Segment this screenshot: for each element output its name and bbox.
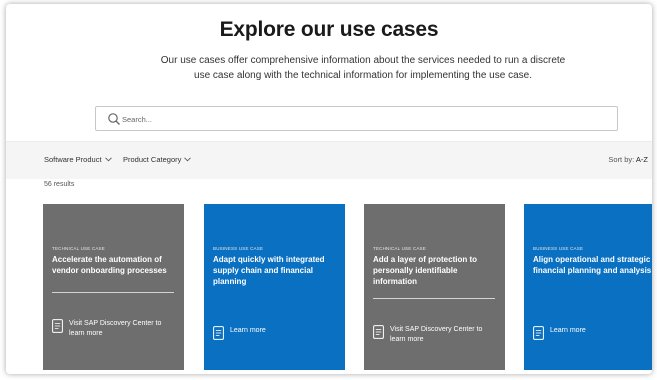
document-icon: [373, 325, 384, 339]
card-title[interactable]: Adapt quickly with integrated supply cha…: [213, 254, 339, 287]
document-icon: [533, 326, 544, 340]
use-case-card[interactable]: TECHNICAL USE CASE Add a layer of protec…: [364, 204, 505, 370]
card-cta-label: Learn more: [550, 327, 586, 334]
card-cta[interactable]: Visit SAP Discovery Center to learn more: [373, 325, 498, 345]
sort-value: A-Z: [635, 155, 648, 164]
card-category: TECHNICAL USE CASE: [52, 246, 105, 251]
sort-label: Sort by:: [608, 155, 635, 164]
card-divider: [52, 292, 174, 293]
use-case-card[interactable]: BUSINESS USE CASE Adapt quickly with int…: [204, 204, 345, 370]
results-count: 56 results: [44, 181, 75, 188]
product-category-label: Product Category: [123, 155, 182, 164]
card-title[interactable]: Accelerate the automation of vendor onbo…: [52, 254, 178, 276]
product-category-filter[interactable]: Product Category: [123, 155, 192, 164]
use-case-card[interactable]: BUSINESS USE CASE Align operational and …: [524, 204, 652, 370]
card-cta-label: Learn more: [230, 327, 266, 334]
search-input[interactable]: [122, 110, 602, 128]
card-category: BUSINESS USE CASE: [213, 246, 264, 251]
card-title[interactable]: Add a layer of protection to personally …: [373, 254, 499, 287]
card-category: TECHNICAL USE CASE: [373, 246, 426, 251]
page-subtitle: Our use cases offer comprehensive inform…: [160, 55, 566, 81]
search-icon: [108, 113, 120, 125]
document-icon: [52, 319, 63, 333]
card-cta-label: Visit SAP Discovery Center to learn more: [69, 320, 162, 337]
card-title[interactable]: Align operational and strategic financia…: [533, 254, 652, 276]
card-cta[interactable]: Visit SAP Discovery Center to learn more: [52, 319, 177, 339]
use-case-card[interactable]: TECHNICAL USE CASE Accelerate the automa…: [43, 204, 184, 370]
card-cta[interactable]: Learn more: [533, 326, 652, 340]
chevron-down-icon: [104, 157, 112, 162]
filter-bar: Software Product Product Category Sort b…: [6, 141, 652, 179]
chevron-down-icon: [184, 157, 192, 162]
card-cta-label: Visit SAP Discovery Center to learn more: [390, 326, 483, 343]
card-divider: [373, 298, 495, 299]
software-product-label: Software Product: [44, 155, 102, 164]
sort-control[interactable]: Sort by: A-Z: [608, 155, 648, 164]
card-cta[interactable]: Learn more: [213, 326, 338, 340]
search-box[interactable]: [95, 106, 618, 131]
page-frame: Explore our use cases Our use cases offe…: [6, 4, 652, 374]
page-title: Explore our use cases: [219, 18, 439, 41]
card-category: BUSINESS USE CASE: [533, 246, 584, 251]
document-icon: [213, 326, 224, 340]
software-product-filter[interactable]: Software Product: [44, 155, 112, 164]
